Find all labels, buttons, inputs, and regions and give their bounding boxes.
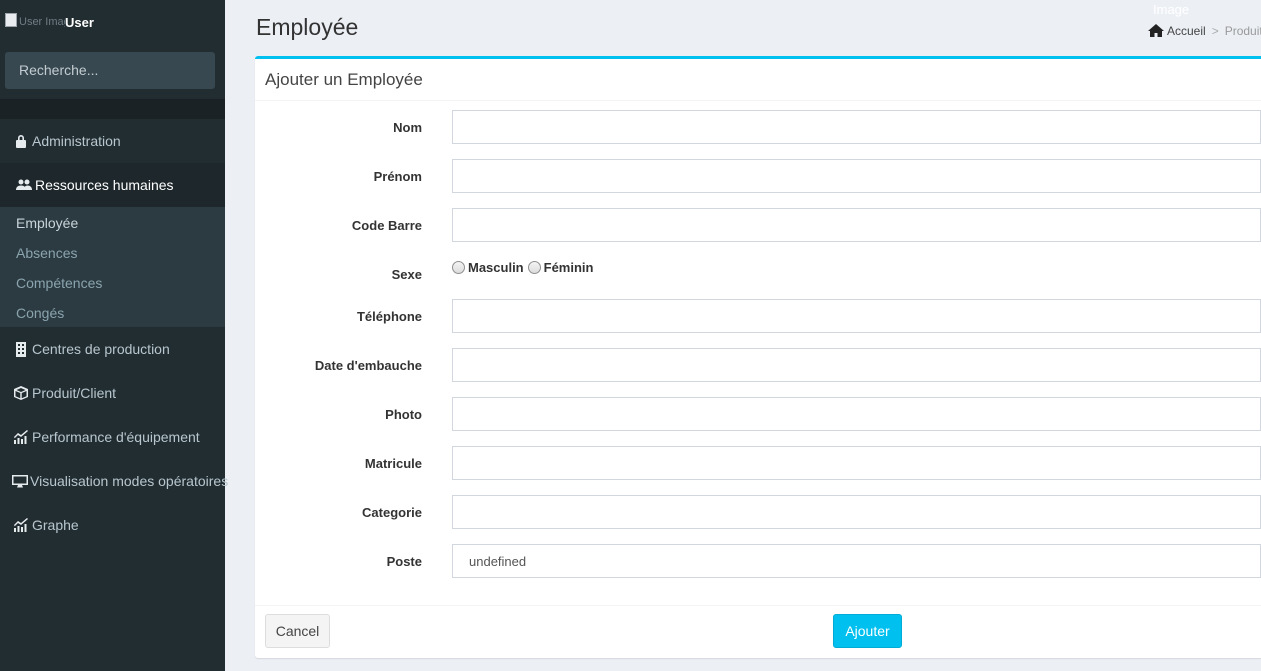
matricule-label: Matricule (364, 456, 422, 471)
submenu-item-conges[interactable]: Congés (16, 305, 64, 321)
prenom-label: Prénom (373, 169, 422, 184)
chart-icon (12, 429, 30, 445)
categorie-label: Categorie (362, 505, 422, 520)
prenom-field[interactable] (452, 159, 1261, 193)
masculin-radio[interactable] (452, 261, 465, 274)
sidebar-item-performance-equipement[interactable]: Performance d'équipement (0, 415, 225, 459)
breadcrumb-current: Produit (1224, 24, 1261, 38)
matricule-field[interactable] (452, 446, 1261, 480)
user-avatar-alt: User Image (19, 16, 65, 28)
poste-label: Poste (386, 554, 422, 569)
sidebar-divider (0, 99, 225, 119)
telephone-field[interactable] (452, 299, 1261, 333)
sexe-label: Sexe (391, 267, 422, 282)
sidebar-item-visualisation-modes[interactable]: Visualisation modes opératoires (0, 459, 229, 503)
user-name: User (65, 15, 94, 30)
sidebar: User Image User Recherche... Administrat… (0, 0, 229, 671)
building-icon (12, 341, 30, 357)
code-barre-field[interactable] (452, 208, 1261, 242)
sidebar-item-label: Produit/Client (32, 385, 117, 401)
sidebar-item-ressources-humaines[interactable]: Ressources humaines (0, 163, 225, 207)
submenu-item-absences[interactable]: Absences (16, 245, 77, 261)
sidebar-item-label: Ressources humaines (35, 177, 174, 193)
nom-label: Nom (393, 120, 422, 135)
submenu-ressources-humaines: Employée Absences Compétences Congés (0, 207, 225, 327)
submenu-item-competences[interactable]: Compétences (16, 275, 102, 291)
submenu-item-employee[interactable]: Employée (16, 215, 78, 231)
photo-label: Photo (385, 407, 422, 422)
page-title: Employée (256, 14, 359, 40)
form-title: Ajouter un Employée (265, 70, 423, 89)
telephone-label: Téléphone (356, 309, 422, 324)
nom-field[interactable] (452, 110, 1261, 144)
photo-field[interactable] (452, 397, 1261, 431)
broken-image-icon (5, 13, 17, 27)
ajouter-button[interactable]: Ajouter (833, 614, 902, 648)
sidebar-item-label: Administration (32, 133, 121, 149)
code-barre-label: Code Barre (351, 218, 422, 233)
sidebar-item-administration[interactable]: Administration (0, 119, 225, 163)
chart-icon (12, 517, 30, 533)
sexe-radio-group: Masculin Féminin (452, 260, 597, 275)
sidebar-item-centres-de-production[interactable]: Centres de production (0, 327, 225, 371)
breadcrumb-home-link[interactable]: Accueil (1167, 24, 1206, 38)
lock-icon (12, 133, 30, 149)
sidebar-item-label: Graphe (32, 517, 79, 533)
search-input[interactable]: Recherche... (5, 52, 215, 89)
sidebar-item-produit-client[interactable]: Produit/Client (0, 371, 225, 415)
sidebar-item-graphe[interactable]: Graphe (0, 503, 225, 547)
header-image-label: Image (1153, 2, 1190, 17)
poste-select[interactable]: undefined (452, 544, 1261, 578)
home-icon (1148, 24, 1164, 40)
cancel-button[interactable]: Cancel (265, 614, 330, 648)
box-footer (255, 605, 1261, 661)
breadcrumb: Accueil > Produit (1148, 24, 1261, 40)
users-icon (15, 177, 33, 193)
user-panel: User Image User (0, 0, 225, 45)
breadcrumb-separator: > (1211, 24, 1219, 38)
desktop-icon (12, 473, 28, 489)
sidebar-item-label: Visualisation modes opératoires (30, 473, 229, 489)
user-avatar: User Image (5, 13, 65, 31)
categorie-field[interactable] (452, 495, 1261, 529)
sidebar-item-label: Centres de production (32, 341, 170, 357)
box-header: Ajouter un Employée (255, 59, 1261, 101)
feminin-label[interactable]: Féminin (544, 260, 594, 275)
cube-icon (12, 385, 30, 401)
feminin-radio[interactable] (527, 261, 541, 274)
date-embauche-field[interactable] (452, 348, 1261, 382)
date-embauche-label: Date d'embauche (314, 358, 422, 373)
masculin-label[interactable]: Masculin (468, 260, 524, 275)
sidebar-item-label: Performance d'équipement (32, 429, 200, 445)
